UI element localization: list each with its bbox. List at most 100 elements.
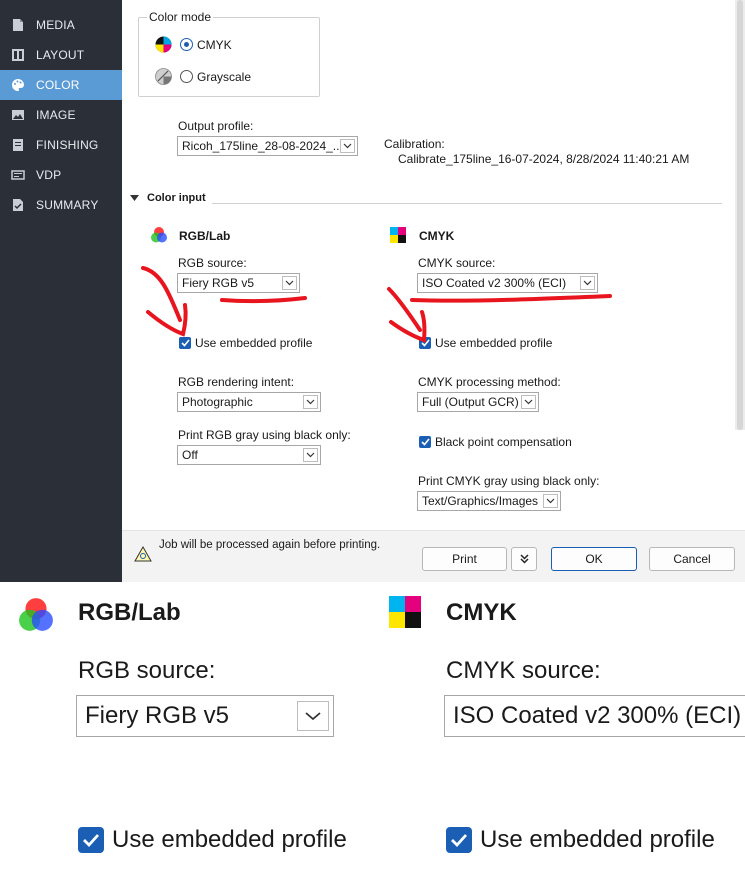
print-button-label: Print (452, 552, 477, 566)
chevron-down-icon[interactable] (303, 448, 318, 462)
rgb-rendering-intent-select[interactable]: Photographic (177, 392, 321, 412)
zoom-cmyk-heading: CMYK (446, 599, 517, 626)
cmyk-radio[interactable] (180, 38, 193, 51)
scrollbar-track[interactable] (735, 0, 745, 430)
zoom-cmyk-source-label: CMYK source: (446, 657, 601, 684)
output-profile-label: Output profile: (178, 119, 254, 133)
output-profile-select[interactable]: Ricoh_175line_28-08-2024_... (177, 136, 358, 156)
zoom-cmyk-use-embedded-checkbox[interactable]: Use embedded profile (446, 826, 715, 854)
sidebar: MEDIA LAYOUT COLOR IMAGE FINISHING VDP S… (0, 0, 122, 582)
sidebar-item-label: VDP (36, 168, 62, 182)
chevron-down-icon[interactable] (521, 395, 536, 409)
color-mode-grayscale-option[interactable]: Grayscale (155, 68, 251, 85)
cmyk-use-embedded-checkbox[interactable]: Use embedded profile (419, 336, 552, 350)
black-point-compensation-checkbox[interactable]: Black point compensation (419, 435, 572, 449)
cancel-button[interactable]: Cancel (649, 547, 735, 571)
chevron-down-icon[interactable] (297, 701, 329, 731)
black-point-compensation-label: Black point compensation (435, 435, 572, 449)
rgb-source-value: Fiery RGB v5 (182, 276, 255, 290)
cmyk-processing-method-value: Full (Output GCR) (422, 395, 519, 409)
color-settings-panel: Color mode CMYK Grayscale Output profile… (122, 0, 745, 582)
rgb-circles-icon (19, 598, 53, 631)
rgb-lab-heading: RGB/Lab (179, 229, 231, 243)
cmyk-wheel-icon (155, 36, 172, 53)
ok-button[interactable]: OK (551, 547, 637, 571)
chevron-down-icon[interactable] (543, 494, 558, 508)
color-mode-cmyk-option[interactable]: CMYK (155, 36, 232, 53)
cmyk-squares-icon (390, 227, 406, 243)
cmyk-radio-label: CMYK (197, 37, 232, 52)
cmyk-processing-method-select[interactable]: Full (Output GCR) (417, 392, 539, 412)
zoom-rgb-use-embedded-checkbox[interactable]: Use embedded profile (78, 826, 347, 854)
chevron-down-icon[interactable] (282, 276, 297, 290)
rgb-gray-black-select[interactable]: Off (177, 445, 321, 465)
grayscale-radio-label: Grayscale (197, 69, 252, 84)
finishing-icon (11, 138, 25, 152)
cmyk-gray-black-select[interactable]: Text/Graphics/Images (417, 491, 561, 511)
sidebar-item-finishing[interactable]: FINISHING (0, 130, 122, 160)
rgb-source-select[interactable]: Fiery RGB v5 (177, 273, 300, 293)
sidebar-item-label: SUMMARY (36, 198, 99, 212)
color-input-title: Color input (147, 192, 206, 204)
reprocess-warning-text: Job will be processed again before print… (159, 539, 381, 551)
rgb-gray-black-label: Print RGB gray using black only: (178, 428, 351, 442)
document-icon (11, 18, 25, 32)
color-input-section-header[interactable]: Color input (130, 192, 206, 204)
cmyk-source-select[interactable]: ISO Coated v2 300% (ECI) (417, 273, 598, 293)
rgb-circles-icon (151, 227, 167, 243)
rgb-rendering-intent-value: Photographic (182, 395, 253, 409)
cmyk-heading: CMYK (419, 229, 455, 243)
sidebar-item-summary[interactable]: SUMMARY (0, 190, 122, 220)
dialog-footer: Job will be processed again before print… (122, 530, 745, 582)
summary-icon (11, 198, 25, 212)
chevron-down-icon[interactable] (303, 395, 318, 409)
scrollbar-thumb[interactable] (737, 0, 743, 430)
print-options-dropdown-button[interactable] (511, 547, 537, 571)
sidebar-item-vdp[interactable]: VDP (0, 160, 122, 190)
grayscale-radio[interactable] (180, 70, 193, 83)
layout-icon (11, 48, 25, 62)
collapse-triangle-icon[interactable] (130, 195, 139, 201)
sidebar-item-label: IMAGE (36, 108, 76, 122)
zoom-rgb-use-embedded-label: Use embedded profile (112, 826, 347, 853)
image-icon (11, 108, 25, 122)
color-mode-legend: Color mode (147, 10, 214, 24)
sidebar-item-label: FINISHING (36, 138, 99, 152)
checkbox-checked-icon[interactable] (419, 436, 431, 448)
cmyk-processing-method-label: CMYK processing method: (418, 375, 561, 389)
sidebar-item-layout[interactable]: LAYOUT (0, 40, 122, 70)
sidebar-item-image[interactable]: IMAGE (0, 100, 122, 130)
zoom-cmyk-source-value: ISO Coated v2 300% (ECI) (453, 702, 742, 729)
checkbox-checked-icon[interactable] (78, 827, 104, 853)
chevron-down-icon[interactable] (340, 139, 355, 153)
print-button[interactable]: Print (422, 547, 507, 571)
zoom-rgb-lab-heading: RGB/Lab (78, 599, 181, 626)
checkbox-checked-icon[interactable] (179, 337, 191, 349)
output-profile-value: Ricoh_175line_28-08-2024_... (182, 139, 343, 153)
zoom-rgb-source-label: RGB source: (78, 657, 216, 684)
color-mode-group: Color mode CMYK Grayscale (138, 10, 320, 97)
double-chevron-down-icon (519, 554, 529, 564)
calibration-label: Calibration: (384, 137, 445, 151)
vdp-icon (11, 168, 25, 182)
palette-icon (11, 78, 25, 92)
rgb-gray-black-value: Off (182, 448, 198, 462)
rgb-use-embedded-checkbox[interactable]: Use embedded profile (179, 336, 312, 350)
grayscale-wheel-icon (155, 68, 172, 85)
sidebar-item-color[interactable]: COLOR (0, 70, 122, 100)
rgb-rendering-intent-label: RGB rendering intent: (178, 375, 295, 389)
zoom-cmyk-source-select[interactable]: ISO Coated v2 300% (ECI) (444, 695, 745, 737)
warning-icon (134, 546, 152, 562)
checkbox-checked-icon[interactable] (419, 337, 431, 349)
cmyk-gray-black-value: Text/Graphics/Images (422, 494, 539, 508)
cancel-button-label: Cancel (673, 552, 711, 566)
calibration-value: Calibrate_175line_16-07-2024, 8/28/2024 … (398, 152, 690, 166)
cmyk-squares-icon (389, 596, 421, 628)
rgb-use-embedded-label: Use embedded profile (195, 336, 313, 350)
checkbox-checked-icon[interactable] (446, 827, 472, 853)
sidebar-item-media[interactable]: MEDIA (0, 10, 122, 40)
chevron-down-icon[interactable] (580, 276, 595, 290)
zoom-rgb-source-select[interactable]: Fiery RGB v5 (76, 695, 334, 737)
sidebar-item-label: COLOR (36, 78, 80, 92)
section-divider (212, 203, 722, 204)
